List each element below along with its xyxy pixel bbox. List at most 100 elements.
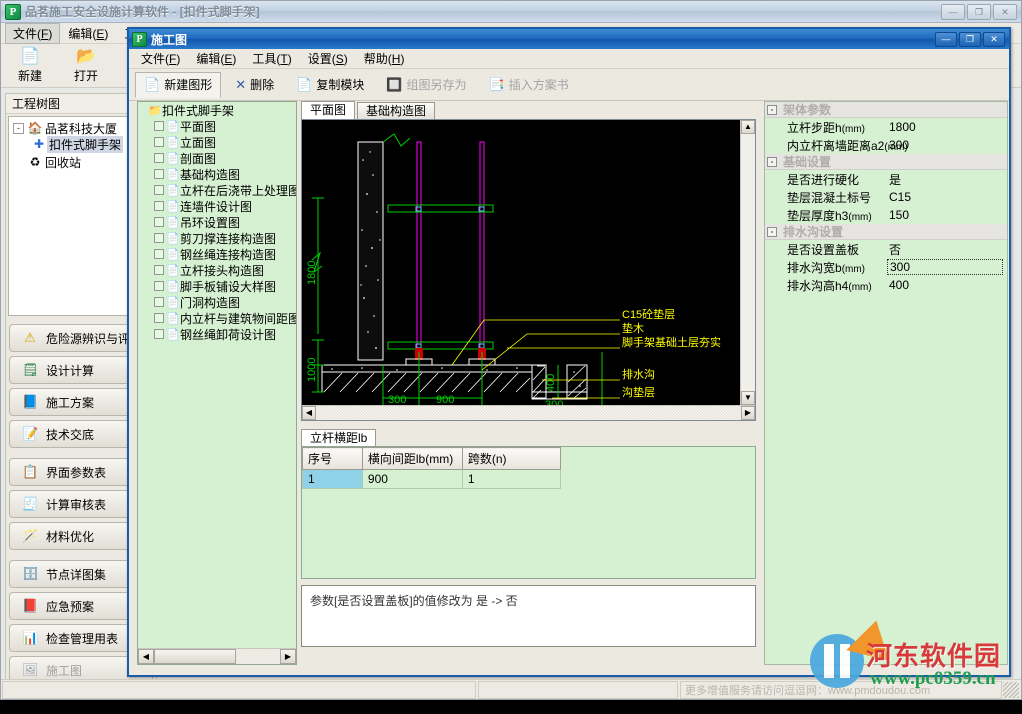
cell-index[interactable]: 1 xyxy=(302,469,363,489)
child-menu-edit[interactable]: 编辑(E) xyxy=(188,48,244,69)
drawing-list-item[interactable]: 📄 剖面图 xyxy=(138,150,296,166)
menu-file[interactable]: 文件(F) xyxy=(5,22,61,44)
child-menu-settings[interactable]: 设置(S) xyxy=(300,48,356,69)
delete-button[interactable]: ✕ 删除 xyxy=(227,72,282,98)
scroll-down-arrow-icon[interactable]: ▼ xyxy=(741,391,755,405)
property-row[interactable]: 是否进行硬化 是 xyxy=(765,170,1007,188)
cell-value[interactable]: 1 xyxy=(461,469,561,489)
scroll-up-arrow-icon[interactable]: ▲ xyxy=(741,120,755,134)
checkbox-icon[interactable] xyxy=(154,249,164,259)
property-value[interactable]: C15 xyxy=(887,190,1007,204)
drawing-list-item[interactable]: 📄 立面图 xyxy=(138,134,296,150)
expander-icon[interactable]: - xyxy=(767,156,777,167)
checkbox-icon[interactable] xyxy=(154,329,164,339)
property-category[interactable]: - 排水沟设置 xyxy=(765,224,1007,240)
checkbox-icon[interactable] xyxy=(154,233,164,243)
drawing-list-item[interactable]: 📄 剪刀撑连接构造图 xyxy=(138,230,296,246)
child-menu-file[interactable]: 文件(F) xyxy=(133,48,188,69)
drawing-list-item[interactable]: 📄 脚手板铺设大样图 xyxy=(138,278,296,294)
property-value[interactable]: 300 xyxy=(887,138,1007,152)
property-value[interactable]: 是 xyxy=(887,171,1007,188)
column-header-index[interactable]: 序号 xyxy=(302,447,363,470)
checkbox-icon[interactable] xyxy=(154,313,164,323)
hscroll-trough[interactable] xyxy=(236,649,280,664)
toolbar-new-button[interactable]: 📄 新建 xyxy=(9,47,51,84)
property-category[interactable]: - 架体参数 xyxy=(765,102,1007,118)
new-drawing-button[interactable]: 📄 新建图形 xyxy=(135,71,222,98)
table-row[interactable]: 1 900 1 xyxy=(302,469,755,489)
properties-grid[interactable]: - 架体参数 立杆步距h(mm) 1800 内立杆离墙距离a2(mm) 300- 基础设置是… xyxy=(764,101,1008,665)
lb-spacing-table[interactable]: 序号 横向间距lb(mm) 跨数(n) 1 900 1 xyxy=(302,447,755,489)
property-row[interactable]: 是否设置盖板 否 xyxy=(765,240,1007,258)
drawing-list-item[interactable]: 📄 立杆接头构造图 xyxy=(138,262,296,278)
child-menu-tools[interactable]: 工具(T) xyxy=(244,48,299,69)
maximize-button[interactable]: ❐ xyxy=(967,3,991,20)
checkbox-icon[interactable] xyxy=(154,265,164,275)
property-row[interactable]: 立杆步距h(mm) 1800 xyxy=(765,118,1007,136)
canvas-vscrollbar[interactable]: ▲ ▼ xyxy=(740,120,755,405)
close-button[interactable]: ✕ xyxy=(993,3,1017,20)
checkbox-icon[interactable] xyxy=(154,185,164,195)
property-row[interactable]: 垫层厚度h3(mm) 150 xyxy=(765,206,1007,224)
save-group-as-button[interactable]: 🔲 组图另存为 xyxy=(378,72,474,98)
drawing-tree-root[interactable]: 📁 扣件式脚手架 xyxy=(138,102,296,118)
column-header-spacing[interactable]: 横向间距lb(mm) xyxy=(361,447,463,470)
scroll-left-arrow-icon[interactable]: ◀ xyxy=(138,649,154,664)
canvas-hscrollbar[interactable]: ◀ ▶ xyxy=(302,405,755,420)
canvas-hscroll-trough[interactable] xyxy=(316,406,741,420)
hscroll-thumb[interactable] xyxy=(154,649,236,664)
toolbar-open-button[interactable]: 📂 打开 xyxy=(65,47,107,84)
canvas-scroll-right-arrow-icon[interactable]: ▶ xyxy=(741,406,755,420)
canvas-scroll-left-arrow-icon[interactable]: ◀ xyxy=(302,406,316,420)
scroll-right-arrow-icon[interactable]: ▶ xyxy=(280,649,296,664)
child-maximize-button[interactable]: ❐ xyxy=(959,31,981,47)
property-row[interactable]: 排水沟宽b(mm) 300 xyxy=(765,258,1007,276)
drawing-list-hscrollbar[interactable]: ◀ ▶ xyxy=(138,648,296,664)
checkbox-icon[interactable] xyxy=(154,121,164,131)
property-row[interactable]: 排水沟高h4(mm) 400 xyxy=(765,276,1007,294)
expander-icon[interactable]: - xyxy=(767,104,777,115)
drawing-list-item[interactable]: 📄 吊环设置图 xyxy=(138,214,296,230)
copy-module-button[interactable]: 📄 复制模块 xyxy=(288,72,372,98)
tab-lb-spacing[interactable]: 立杆横距lb xyxy=(301,429,377,447)
property-value-editing[interactable]: 300 xyxy=(887,259,1003,275)
checkbox-icon[interactable] xyxy=(154,169,164,179)
drawing-list-item[interactable]: 📄 连墙件设计图 xyxy=(138,198,296,214)
property-category[interactable]: - 基础设置 xyxy=(765,154,1007,170)
tab-plan-view[interactable]: 平面图 xyxy=(301,101,356,119)
drawing-list-item[interactable]: 📄 平面图 xyxy=(138,118,296,134)
child-menu-help[interactable]: 帮助(H) xyxy=(356,48,413,69)
checkbox-icon[interactable] xyxy=(154,153,164,163)
property-value[interactable]: 150 xyxy=(887,208,1007,222)
expander-icon[interactable]: - xyxy=(13,122,24,134)
drawing-list-tree[interactable]: 📁 扣件式脚手架 📄 平面图 📄 立面图 📄 剖面图 📄 基础构造图 📄 立杆在后浇带上处理图 📄 连… xyxy=(137,101,297,665)
child-close-button[interactable]: ✕ xyxy=(983,31,1005,47)
cad-drawing-canvas[interactable]: 1800 1000 300 900 400 300 C15砼垫层 垫木 脚手架基… xyxy=(302,120,740,405)
drawing-list-item[interactable]: 📄 内立杆与建筑物间距图 xyxy=(138,310,296,326)
resize-grip-icon[interactable] xyxy=(1003,681,1019,698)
checkbox-icon[interactable] xyxy=(154,217,164,227)
expander-icon[interactable]: - xyxy=(767,226,777,237)
column-header-spans[interactable]: 跨数(n) xyxy=(461,447,561,470)
drawing-list-item[interactable]: 📄 基础构造图 xyxy=(138,166,296,182)
property-row[interactable]: 垫层混凝土标号 C15 xyxy=(765,188,1007,206)
cell-value[interactable]: 900 xyxy=(361,469,463,489)
property-value[interactable]: 1800 xyxy=(887,120,1007,134)
minimize-button[interactable]: — xyxy=(941,3,965,20)
property-value[interactable]: 否 xyxy=(887,241,1007,258)
insert-plan-button[interactable]: 📑 插入方案书 xyxy=(481,72,577,98)
checkbox-icon[interactable] xyxy=(154,201,164,211)
menu-edit[interactable]: 编辑(E) xyxy=(60,23,116,44)
checkbox-icon[interactable] xyxy=(154,281,164,291)
child-minimize-button[interactable]: — xyxy=(935,31,957,47)
drawing-list-item[interactable]: 📄 钢丝绳连接构造图 xyxy=(138,246,296,262)
child-toolbar: 📄 新建图形 ✕ 删除 📄 复制模块 🔲 组图另存为 📑 插入方案书 xyxy=(129,69,1009,101)
property-row[interactable]: 内立杆离墙距离a2(mm) 300 xyxy=(765,136,1007,154)
drawing-list-item[interactable]: 📄 钢丝绳卸荷设计图 xyxy=(138,326,296,342)
drawing-list-item[interactable]: 📄 立杆在后浇带上处理图 xyxy=(138,182,296,198)
tab-foundation-view[interactable]: 基础构造图 xyxy=(357,102,436,119)
checkbox-icon[interactable] xyxy=(154,297,164,307)
checkbox-icon[interactable] xyxy=(154,137,164,147)
property-value[interactable]: 400 xyxy=(887,278,1007,292)
drawing-list-item[interactable]: 📄 门洞构造图 xyxy=(138,294,296,310)
